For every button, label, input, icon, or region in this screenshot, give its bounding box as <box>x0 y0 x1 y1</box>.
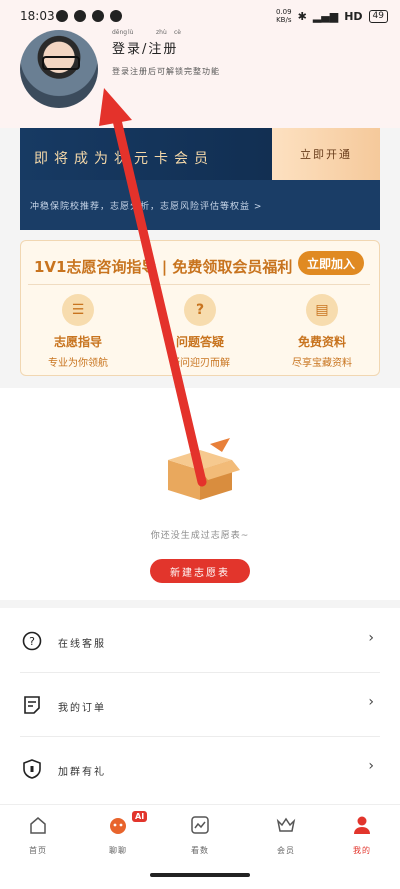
chart-icon <box>191 816 209 834</box>
shield-icon <box>23 759 41 779</box>
bluetooth-icon: ✱ <box>297 9 307 23</box>
feature-title: 志愿指导 <box>53 335 102 349</box>
book-icon: ▤ <box>306 294 338 326</box>
net-unit: KB/s <box>276 16 292 24</box>
battery-icon: 49 <box>368 9 388 23</box>
chevron-right-icon: › <box>368 694 374 710</box>
feature-materials[interactable]: ▤ 免费资料 尽享宝藏资料 <box>272 294 372 369</box>
tab-mine[interactable]: 我的 <box>332 815 392 856</box>
check-icon <box>92 10 104 22</box>
member-benefits-text: 冲稳保院校推荐，志愿分析，志愿风险评估等权益 > <box>30 202 263 212</box>
member-title: 即将成为状元卡会员 <box>34 151 214 167</box>
chat-icon <box>110 10 122 22</box>
question-icon: ? <box>184 294 216 326</box>
chevron-right-icon: › <box>368 758 374 774</box>
user-icon <box>354 816 370 834</box>
menu-list: ? 在线客服 › 我的订单 › 加群有礼 › <box>0 608 400 804</box>
status-time: 18:03 <box>20 9 55 23</box>
open-member-button[interactable]: 立即开通 <box>272 128 380 180</box>
promo-title: 1V1志愿咨询指导 | 免费领取会员福利 <box>34 258 293 276</box>
home-icon <box>30 817 46 834</box>
divider <box>20 736 380 737</box>
divider <box>20 672 380 673</box>
help-circle-icon: ? <box>22 631 42 651</box>
menu-label: 在线客服 <box>58 639 106 650</box>
empty-box-icon <box>168 438 240 500</box>
menu-item-my-orders[interactable]: 我的订单 › <box>0 674 400 736</box>
feature-question[interactable]: ? 问题答疑 疑问迎刃而解 <box>150 294 250 369</box>
join-now-button[interactable]: 立即加入 <box>298 251 364 275</box>
new-plan-button[interactable]: 新建志愿表 <box>150 559 250 583</box>
notification-icon <box>56 10 68 22</box>
crown-icon <box>276 817 296 832</box>
chevron-right-icon: › <box>368 630 374 646</box>
status-bar: 18:03 0.09 KB/s ✱ ▂▄▆ HD 49 <box>0 0 400 32</box>
menu-item-join-group[interactable]: 加群有礼 › <box>0 738 400 800</box>
menu-label: 我的订单 <box>58 703 106 714</box>
signal-icon: ▂▄▆ <box>312 9 339 23</box>
order-icon <box>24 696 40 714</box>
login-subtitle: 登录注册后可解锁完整功能 <box>112 67 220 76</box>
empty-state-text: 你还没生成过志愿表~ <box>150 531 250 541</box>
feature-guide[interactable]: ☰ 志愿指导 专业为你领航 <box>28 294 128 369</box>
status-right: 0.09 KB/s ✱ ▂▄▆ HD 49 <box>276 8 388 24</box>
tab-home[interactable]: 首页 <box>8 815 68 856</box>
svg-text:?: ? <box>29 635 35 648</box>
avatar[interactable] <box>20 30 98 108</box>
menu-item-online-service[interactable]: ? 在线客服 › <box>0 610 400 672</box>
app-icon <box>74 10 86 22</box>
feature-title: 免费资料 <box>297 335 346 349</box>
home-indicator <box>150 873 250 877</box>
guide-icon: ☰ <box>62 294 94 326</box>
promo-divider <box>28 284 370 285</box>
net-speed: 0.09 <box>276 8 292 16</box>
ai-mascot-icon <box>110 818 126 834</box>
tab-member[interactable]: 会员 <box>256 815 316 856</box>
feature-title: 问题答疑 <box>175 335 224 349</box>
feature-sub: 专业为你领航 <box>48 358 108 369</box>
login-label: 登录/注册 <box>112 42 179 57</box>
feature-sub: 疑问迎刃而解 <box>170 358 230 369</box>
feature-sub: 尽享宝藏资料 <box>292 358 352 369</box>
menu-label: 加群有礼 <box>58 767 106 778</box>
ai-badge: AI <box>132 811 148 822</box>
tab-data[interactable]: 看数 <box>170 815 230 856</box>
login-register-link[interactable]: dēng lù zhù cè 登录/注册 <box>112 29 181 57</box>
tab-chat[interactable]: AI 聊聊 <box>88 811 148 856</box>
network-type: HD <box>344 9 363 23</box>
